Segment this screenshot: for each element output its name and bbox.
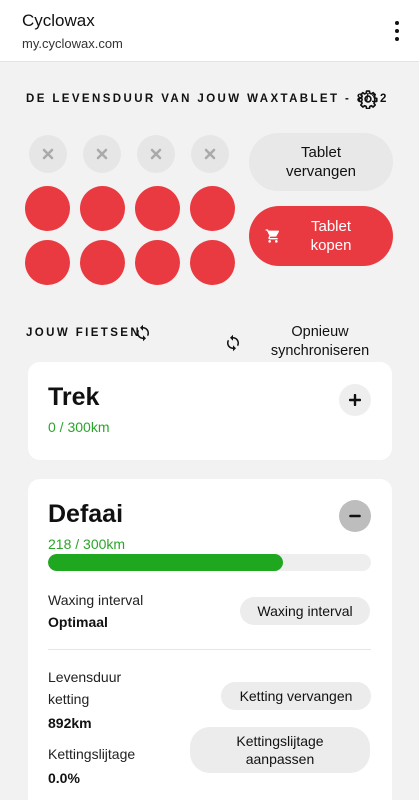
full-slot xyxy=(190,240,235,285)
close-icon xyxy=(42,148,54,160)
buy-tablet-button[interactable]: Tablet kopen xyxy=(249,206,393,266)
full-slot xyxy=(135,240,180,285)
full-slot xyxy=(25,186,70,231)
bike-name: Defaai xyxy=(48,500,124,528)
waxing-interval-value: Optimaal xyxy=(48,614,108,630)
bike-card: Trek 0 / 300km xyxy=(28,362,392,460)
app-title: Cyclowax xyxy=(22,11,95,30)
cart-icon xyxy=(265,229,279,243)
used-slot xyxy=(137,135,175,173)
buy-tablet-label: Tablet kopen xyxy=(310,218,352,254)
chain-life-value: 892km xyxy=(48,715,92,731)
full-slot xyxy=(80,186,125,231)
app-url: my.cyclowax.com xyxy=(22,36,123,51)
waxing-interval-label: Waxing interval xyxy=(48,592,144,608)
chain-wear-label: Kettingslijtage xyxy=(48,746,136,762)
full-slot xyxy=(25,240,70,285)
replace-chain-button[interactable]: Ketting vervangen xyxy=(221,682,371,710)
close-icon xyxy=(204,148,216,160)
bike-name: Trek xyxy=(48,383,100,411)
mileage-progress-bar xyxy=(48,554,371,571)
plus-icon xyxy=(349,394,361,406)
gear-icon[interactable] xyxy=(358,89,378,109)
chain-wear-value: 0.0% xyxy=(48,770,80,786)
chain-life-label: Levensduur ketting xyxy=(48,669,122,707)
sync-icon[interactable] xyxy=(134,324,152,342)
collapse-button[interactable] xyxy=(339,500,371,532)
more-menu-icon[interactable] xyxy=(389,18,405,44)
adjust-chain-wear-button[interactable]: Kettingslijtage aanpassen xyxy=(190,727,370,773)
bike-km: 0 / 300km xyxy=(48,419,110,435)
full-slot xyxy=(80,240,125,285)
used-slot xyxy=(29,135,67,173)
bike-card: Defaai 218 / 300km Waxing interval Optim… xyxy=(28,479,392,800)
bike-km: 218 / 300km xyxy=(48,536,126,552)
bikes-heading: JOUW FIETSEN xyxy=(26,327,142,339)
used-slot xyxy=(83,135,121,173)
full-slot xyxy=(135,186,180,231)
replace-tablet-label: Tablet vervangen xyxy=(285,144,357,180)
app-bar: Cyclowax my.cyclowax.com xyxy=(0,0,419,62)
close-icon xyxy=(150,148,162,160)
close-icon xyxy=(96,148,108,160)
resync-button[interactable]: Opnieuw synchroniseren xyxy=(252,323,388,361)
replace-tablet-button[interactable]: Tablet vervangen xyxy=(249,133,393,191)
divider xyxy=(48,649,371,650)
used-slot xyxy=(191,135,229,173)
full-slot xyxy=(190,186,235,231)
minus-icon xyxy=(349,514,361,518)
expand-button[interactable] xyxy=(339,384,371,416)
mileage-progress-fill xyxy=(48,554,283,571)
sync-icon[interactable] xyxy=(224,334,242,352)
waxing-interval-button[interactable]: Waxing interval xyxy=(240,597,370,625)
tablet-heading: DE LEVENSDUUR VAN JOUW WAXTABLET - 8/12 xyxy=(26,93,389,105)
